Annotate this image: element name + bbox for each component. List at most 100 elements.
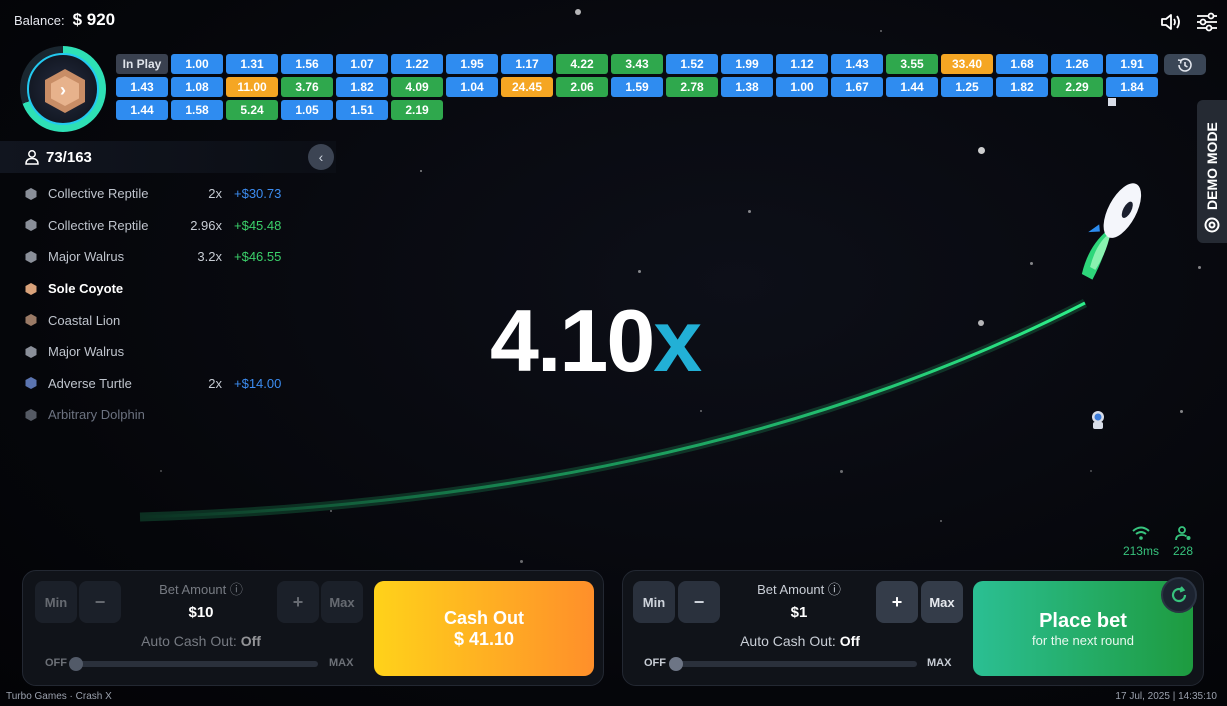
chevron-left-icon: ‹ <box>318 149 324 165</box>
player-multiplier: 2x <box>208 186 222 202</box>
auto-play-toggle[interactable] <box>1161 577 1197 613</box>
history-chip[interactable]: 1.38 <box>721 77 773 97</box>
collapse-players-button[interactable]: ‹ <box>308 144 334 170</box>
player-name: Sole Coyote <box>48 281 124 297</box>
history-chip[interactable]: 24.45 <box>501 77 553 97</box>
in-play-label: In Play <box>116 54 168 74</box>
star <box>1090 470 1092 472</box>
player-row: Major Walrus <box>24 336 294 368</box>
balance: Balance: $ 920 <box>14 10 115 30</box>
history-chip[interactable]: 1.08 <box>171 77 223 97</box>
history-chip[interactable]: 1.82 <box>996 77 1048 97</box>
auto-cashout-value: Off <box>839 633 860 649</box>
multiplier-suffix: x <box>653 291 702 390</box>
history-chip[interactable]: 1.31 <box>226 54 278 74</box>
settings-sliders-icon[interactable] <box>1195 10 1219 34</box>
player-winnings: +$46.55 <box>234 249 282 265</box>
history-chip[interactable]: 1.12 <box>776 54 828 74</box>
players-header: 73/163 <box>0 141 336 173</box>
star <box>1180 410 1183 413</box>
bet-panel-left: Min − Bet Amount ⓘ $10 + Max Auto Cash O… <box>22 570 604 686</box>
increase-bet-button[interactable]: + <box>277 581 319 623</box>
rocket-icon <box>1081 183 1142 280</box>
history-chip[interactable]: 3.76 <box>281 77 333 97</box>
increase-bet-button[interactable]: + <box>876 581 918 623</box>
min-bet-button[interactable]: Min <box>633 581 675 623</box>
auto-cashout-slider[interactable] <box>673 661 917 667</box>
history-chip[interactable]: 3.55 <box>886 54 938 74</box>
history-chip[interactable]: 1.25 <box>941 77 993 97</box>
decrease-bet-button[interactable]: − <box>678 581 720 623</box>
cash-out-button[interactable]: Cash Out $ 41.10 <box>374 581 594 676</box>
history-chip[interactable]: 1.59 <box>611 77 663 97</box>
max-bet-button[interactable]: Max <box>921 581 963 623</box>
players-list: Collective Reptile 2x +$30.73 Collective Re… <box>24 178 294 431</box>
player-avatar[interactable]: › <box>20 46 106 132</box>
decrease-bet-button[interactable]: − <box>79 581 121 623</box>
history-chip[interactable]: 1.99 <box>721 54 773 74</box>
balance-label: Balance: <box>14 13 65 28</box>
history-chip[interactable]: 5.24 <box>226 100 278 120</box>
history-chip[interactable]: 4.09 <box>391 77 443 97</box>
history-chip[interactable]: 1.04 <box>446 77 498 97</box>
player-avatar-icon <box>25 377 37 390</box>
ping-indicator: 213ms <box>1123 525 1159 558</box>
bet-amount-value[interactable]: $1 <box>719 604 879 621</box>
history-chip[interactable]: 3.43 <box>611 54 663 74</box>
sound-icon[interactable] <box>1159 10 1183 34</box>
refresh-icon <box>1171 586 1187 603</box>
history-chip[interactable]: 11.00 <box>226 77 278 97</box>
bet-amount-value[interactable]: $10 <box>121 604 281 621</box>
history-chip[interactable]: 33.40 <box>941 54 993 74</box>
auto-cashout-label: Auto Cash Out: <box>740 633 836 649</box>
online-count: 228 <box>1172 544 1193 558</box>
history-chip[interactable]: 1.43 <box>831 54 883 74</box>
history-chip[interactable]: 1.82 <box>336 77 388 97</box>
demo-mode-tab[interactable]: DEMO MODE <box>1197 100 1227 243</box>
history-chip[interactable]: 1.95 <box>446 54 498 74</box>
player-avatar-icon <box>25 219 37 232</box>
auto-cashout-slider[interactable] <box>73 661 318 667</box>
star <box>1198 266 1201 269</box>
slider-knob[interactable] <box>669 657 683 671</box>
history-row: 1.43 1.08 11.00 3.76 1.82 4.09 1.04 24.45 2.06 1.… <box>116 77 1164 97</box>
history-chip[interactable]: 1.22 <box>391 54 443 74</box>
player-row: Sole Coyote <box>24 273 294 305</box>
player-multiplier: 2x <box>208 375 222 391</box>
history-chip[interactable]: 1.44 <box>886 77 938 97</box>
history-chip[interactable]: 1.44 <box>116 100 168 120</box>
history-chip[interactable]: 1.91 <box>1106 54 1158 74</box>
history-chip[interactable]: 1.51 <box>336 100 388 120</box>
history-chip[interactable]: 4.22 <box>556 54 608 74</box>
history-chip[interactable]: 1.00 <box>171 54 223 74</box>
max-bet-button[interactable]: Max <box>321 581 363 623</box>
online-users-icon <box>1175 526 1191 541</box>
history-chip[interactable]: 1.68 <box>996 54 1048 74</box>
player-row: Coastal Lion <box>24 304 294 336</box>
min-bet-button[interactable]: Min <box>35 581 77 623</box>
slider-knob[interactable] <box>69 657 83 671</box>
history-chip[interactable]: 1.07 <box>336 54 388 74</box>
history-chip[interactable]: 2.78 <box>666 77 718 97</box>
history-chip[interactable]: 1.26 <box>1051 54 1103 74</box>
history-chip[interactable]: 1.52 <box>666 54 718 74</box>
history-chip[interactable]: 2.06 <box>556 77 608 97</box>
history-chip[interactable]: 1.00 <box>776 77 828 97</box>
history-chip[interactable]: 1.67 <box>831 77 883 97</box>
place-bet-button[interactable]: Place bet for the next round <box>973 581 1193 676</box>
history-chip[interactable]: 1.05 <box>281 100 333 120</box>
player-name: Major Walrus <box>48 249 125 265</box>
history-chip[interactable]: 1.43 <box>116 77 168 97</box>
star <box>638 270 641 273</box>
history-button[interactable] <box>1164 54 1206 75</box>
history-chip[interactable]: 2.19 <box>391 100 443 120</box>
player-avatar-icon <box>25 282 37 295</box>
history-chip[interactable]: 2.29 <box>1051 77 1103 97</box>
history-chip[interactable]: 1.56 <box>281 54 333 74</box>
demo-mode-label: DEMO MODE <box>1204 122 1220 210</box>
history-chip[interactable]: 1.84 <box>1106 77 1158 97</box>
history-chip[interactable]: 1.17 <box>501 54 553 74</box>
bet-amount-label: Bet Amount ⓘ <box>121 579 281 598</box>
place-bet-subtitle: for the next round <box>1032 632 1134 648</box>
history-chip[interactable]: 1.58 <box>171 100 223 120</box>
